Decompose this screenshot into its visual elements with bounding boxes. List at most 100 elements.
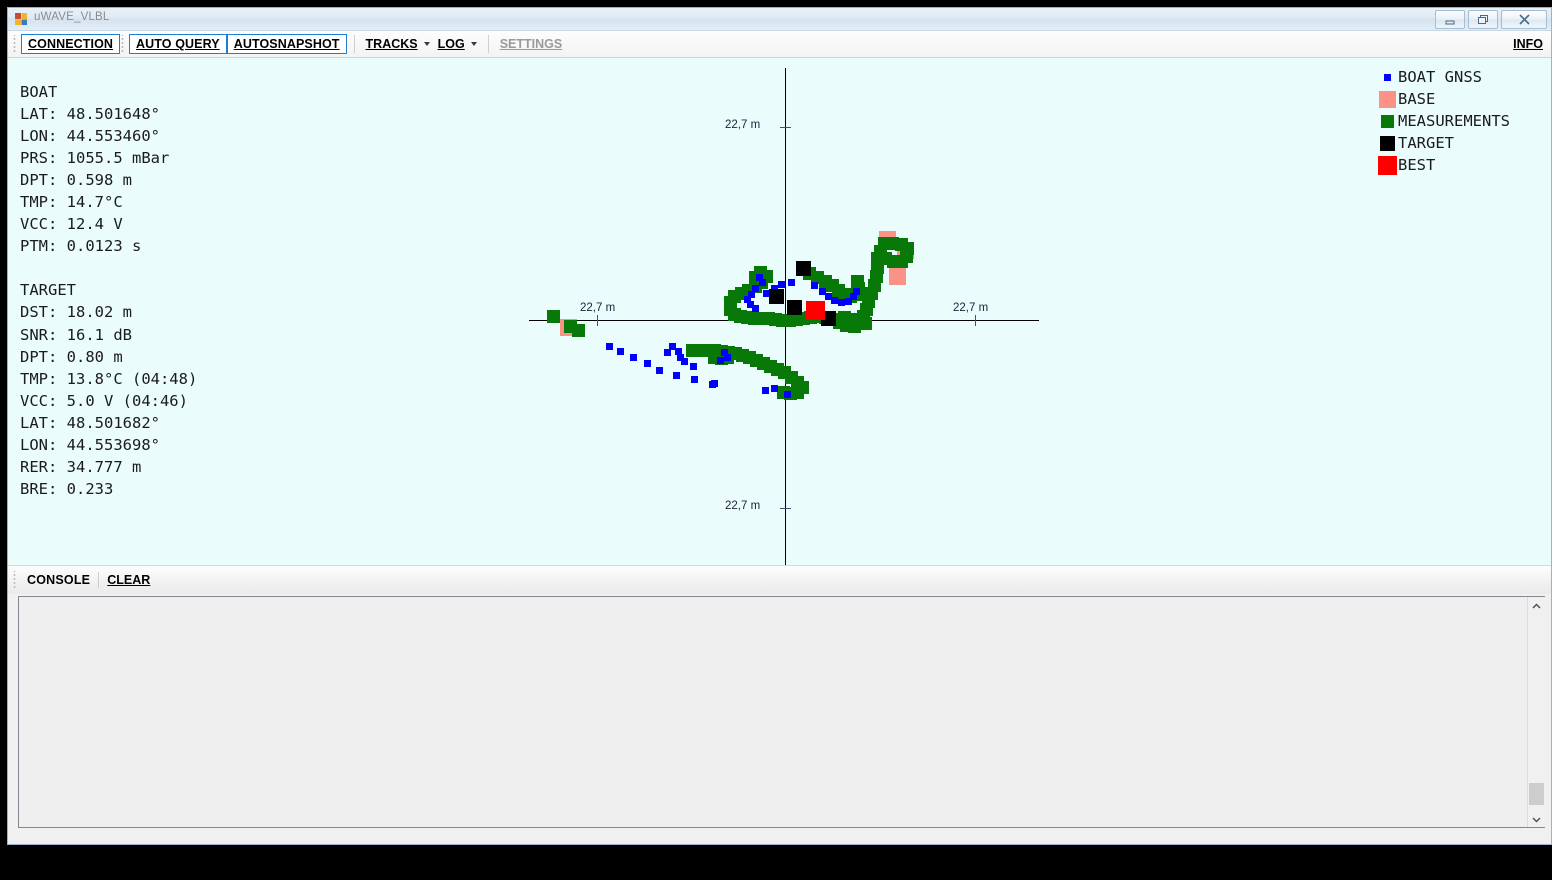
legend-swatch-1 [1376,90,1398,108]
legend-color-box [1380,114,1394,128]
chevron-down-icon-3 [1532,810,1541,828]
plot-point-boat-gnss [787,278,795,286]
legend-item-label: TARGET [1398,134,1454,153]
legend-color-box [1377,155,1397,175]
console-label: CONSOLE [27,573,91,587]
plot-point-boat-gnss [716,356,724,364]
console-toolbar: CONSOLE CLEAR [8,565,1551,594]
legend-color-box [1379,135,1395,151]
log-menu[interactable]: LOG [434,35,481,53]
info-menu[interactable]: INFO [1509,35,1547,53]
chevron-down-icon [423,42,430,46]
legend-color-box [1378,90,1396,108]
legend-item-target: TARGET [1376,132,1551,154]
plot-point-boat-gnss [777,280,785,288]
tick-label-left: 22,7 m [580,302,616,314]
window-title: uWAVE_VLBL [34,11,110,23]
window-controls [1435,10,1547,29]
plot-point-boat-gnss [770,384,778,392]
toolbar-right-group: INFO [1509,31,1551,57]
tick-left [597,315,598,326]
minimize-icon [1444,15,1456,25]
restore-button[interactable] [1468,10,1498,29]
toolbar-separator-2 [487,35,489,53]
connection-button[interactable]: CONNECTION [21,34,121,54]
legend-item-label: BASE [1398,90,1436,109]
toolbar-grip[interactable] [12,35,18,53]
legend-item-label: BOAT GNSS [1398,68,1482,87]
tick-bottom [780,508,791,509]
plot-point-base [888,267,906,285]
legend-item-base: BASE [1376,88,1551,110]
plot-point-measurements [858,316,872,330]
plot-point-measurements [571,323,585,337]
scroll-up-button[interactable] [1528,597,1545,614]
plot-point-boat-gnss [689,362,697,370]
scroll-down-button[interactable] [1528,810,1545,827]
autosnapshot-button[interactable]: AUTOSNAPSHOT [226,34,347,54]
plot-point-boat-gnss [643,359,651,367]
auto-query-button[interactable]: AUTO QUERY [129,34,227,54]
plot-point-boat-gnss [629,353,637,361]
close-button[interactable] [1501,10,1547,29]
tick-right [975,315,976,326]
scrollbar-thumb[interactable] [1529,783,1544,805]
tick-label-top: 22,7 m [725,119,761,131]
minimize-button[interactable] [1435,10,1465,29]
legend-item-label: MEASUREMENTS [1398,112,1510,131]
plot-point-measurements [546,309,560,323]
plot-point-target [795,260,811,276]
plot-point-boat-gnss [708,380,716,388]
chevron-down-icon-2 [470,42,477,46]
plot-legend: BOAT GNSS BASE MEASUREMENTS TARGET BEST [1376,66,1551,176]
plot-point-best [805,300,825,320]
console-separator [98,572,100,588]
toolbar-separator-1 [353,35,355,53]
plot-point-boat-gnss [830,296,838,304]
info-menu-label: INFO [1513,37,1543,51]
tick-top [780,127,791,128]
legend-swatch-4 [1376,155,1398,175]
restore-icon [1477,14,1489,25]
main-toolbar: CONNECTION AUTO QUERY AUTOSNAPSHOT TRACK… [8,31,1551,58]
settings-menu[interactable]: SETTINGS [496,35,567,53]
console-grip[interactable] [12,571,18,589]
plot-point-boat-gnss [663,348,671,356]
telemetry-panel: BOAT LAT: 48.501648° LON: 44.553460° PRS… [20,82,198,499]
plot-point-boat-gnss [758,278,766,286]
console-scrollbar[interactable] [1527,597,1545,827]
tracks-menu[interactable]: TRACKS [362,35,434,53]
plot-point-boat-gnss [852,287,860,295]
tick-label-bottom: 22,7 m [725,500,761,512]
navigation-plot[interactable]: BOAT LAT: 48.501648° LON: 44.553460° PRS… [8,58,1551,565]
plot-point-boat-gnss [810,281,818,289]
close-icon [1518,14,1531,25]
plot-point-boat-gnss [837,298,845,306]
plot-point-boat-gnss [723,353,731,361]
plot-point-boat-gnss [783,390,791,398]
plot-point-measurements [850,274,864,288]
legend-swatch-2 [1376,114,1398,128]
plot-point-boat-gnss [761,386,769,394]
app-icon [14,12,28,26]
plot-point-boat-gnss [616,347,624,355]
legend-item-boat-gnss: BOAT GNSS [1376,66,1551,88]
log-menu-label: LOG [437,37,465,51]
console-output[interactable] [18,596,1545,828]
plot-point-target [768,288,784,304]
clear-console-button[interactable]: CLEAR [101,571,156,589]
legend-color-box [1383,73,1391,81]
legend-item-measurements: MEASUREMENTS [1376,110,1551,132]
toolbar-grip-2[interactable] [120,35,127,53]
title-bar: uWAVE_VLBL [8,8,1551,31]
legend-item-label: BEST [1398,156,1436,175]
plot-point-boat-gnss [680,357,688,365]
legend-swatch-0 [1376,73,1398,81]
plot-point-target [786,299,802,315]
plot-point-boat-gnss [605,342,613,350]
tick-label-right: 22,7 m [953,302,989,314]
plot-point-boat-gnss [690,375,698,383]
plot-point-boat-gnss [751,304,759,312]
chevron-up-icon [1532,597,1541,615]
query-button-group: AUTO QUERY AUTOSNAPSHOT [129,34,347,54]
